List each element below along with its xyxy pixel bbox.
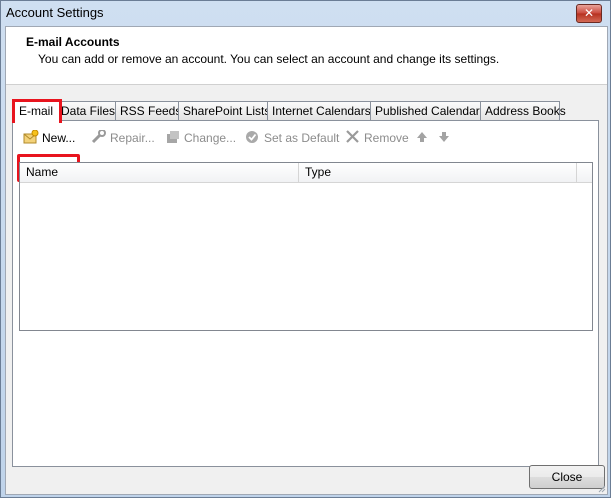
account-settings-window: Account Settings ✕ E-mail Accounts You c…: [0, 0, 611, 498]
change-icon: [165, 129, 181, 143]
move-down-button[interactable]: [437, 127, 456, 149]
remove-button[interactable]: Remove: [345, 127, 409, 149]
window-close-button[interactable]: ✕: [576, 4, 602, 23]
change-label: Change...: [184, 131, 237, 145]
change-button[interactable]: Change...: [165, 127, 236, 149]
header-panel: E-mail Accounts You can add or remove an…: [6, 27, 607, 85]
repair-label: Repair...: [110, 131, 155, 145]
move-up-button[interactable]: [415, 127, 434, 149]
repair-icon: [91, 129, 107, 144]
tab-published-calendars[interactable]: Published Calendars: [370, 101, 486, 120]
tab-data-files[interactable]: Data Files: [56, 101, 116, 120]
repair-button[interactable]: Repair...: [91, 127, 155, 149]
remove-label: Remove: [364, 131, 409, 145]
column-header-name[interactable]: Name: [26, 165, 58, 179]
new-account-label: New...: [42, 131, 76, 145]
email-tab-panel: New... Repair... Change... Set as Defaul…: [12, 120, 599, 467]
set-default-icon: [245, 129, 261, 143]
dialog-client: E-mail Accounts You can add or remove an…: [5, 26, 608, 495]
account-toolbar: New... Repair... Change... Set as Defaul…: [17, 127, 587, 151]
column-separator[interactable]: [576, 163, 577, 182]
tab-email[interactable]: E-mail: [12, 99, 62, 123]
window-title: Account Settings: [6, 5, 104, 20]
tab-address-books[interactable]: Address Books: [480, 101, 566, 120]
tab-internet-calendars[interactable]: Internet Calendars: [267, 101, 371, 120]
set-default-button[interactable]: Set as Default: [245, 127, 339, 149]
close-icon: ✕: [583, 6, 595, 20]
header-description: You can add or remove an account. You ca…: [38, 52, 500, 66]
tab-sharepoint-lists[interactable]: SharePoint Lists: [178, 101, 270, 120]
header-title: E-mail Accounts: [26, 35, 120, 49]
remove-icon: [345, 129, 361, 143]
new-account-icon: [23, 129, 39, 144]
resize-grip-icon[interactable]: [596, 483, 606, 493]
close-button[interactable]: Close: [529, 465, 605, 489]
new-account-button[interactable]: New...: [23, 127, 75, 149]
move-down-icon: [437, 129, 453, 143]
set-default-label: Set as Default: [264, 131, 340, 145]
accounts-list[interactable]: Name Type: [19, 162, 593, 331]
title-bar[interactable]: Account Settings ✕: [1, 1, 610, 25]
column-header-type[interactable]: Type: [305, 165, 331, 179]
tab-rss-feeds[interactable]: RSS Feeds: [115, 101, 181, 120]
list-header: Name Type: [20, 163, 592, 183]
column-separator[interactable]: [298, 163, 299, 182]
move-up-icon: [415, 129, 431, 143]
